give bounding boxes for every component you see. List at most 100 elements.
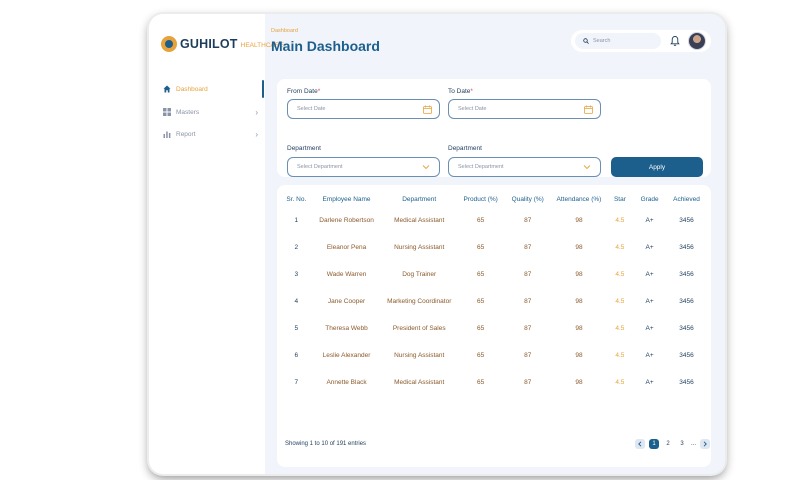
search-icon (583, 38, 589, 44)
column-header: Achieved (673, 195, 700, 203)
department-label-2: Department (448, 145, 482, 152)
to-date-field[interactable]: Select Date (448, 99, 601, 119)
department-select-2[interactable]: Select Department (448, 157, 601, 177)
column-header: Sr. No. (286, 195, 307, 203)
cell-employee-name: Jane Cooper (327, 298, 366, 305)
cell-grade: A+ (645, 352, 654, 359)
sidebar-item-report[interactable]: Report › (163, 129, 258, 139)
chevron-left-icon (638, 441, 642, 447)
employee-table-panel: Sr. No. Employee Name Department Product… (277, 185, 711, 467)
cell-achieved: 3456 (679, 217, 694, 224)
cell-attendance: 98 (575, 325, 583, 332)
cell-product: 65 (477, 298, 485, 305)
chevron-right-icon: › (255, 107, 258, 117)
prev-page-button[interactable] (635, 439, 645, 449)
cell-achieved: 3456 (679, 352, 694, 359)
search-input[interactable]: Search (575, 33, 661, 49)
sidebar-item-dashboard[interactable]: Dashboard (163, 85, 258, 93)
cell-quality: 87 (524, 271, 532, 278)
cell-employee-name: Annette Black (326, 379, 367, 386)
cell-product: 65 (477, 217, 485, 224)
sidebar-item-masters[interactable]: Masters › (163, 107, 258, 117)
cell-star: 4.5 (615, 298, 625, 305)
cell-department: Dog Trainer (402, 271, 437, 278)
chevron-down-icon (583, 165, 591, 170)
cell-grade: A+ (645, 325, 654, 332)
entries-summary: Showing 1 to 10 of 191 entries (285, 441, 367, 447)
next-page-button[interactable] (700, 439, 711, 449)
cell-achieved: 3456 (679, 325, 694, 332)
cell-employee-name: Darlene Robertson (319, 217, 374, 224)
app-window: GUHILOT HEALTHCARE Dashboard Masters › R… (149, 14, 725, 474)
column-header: Department (402, 195, 437, 203)
cell-product: 65 (477, 325, 485, 332)
breadcrumb[interactable]: Dashboard (271, 28, 298, 34)
column-header: Star (613, 195, 626, 203)
page-button-1[interactable]: 1 (649, 439, 659, 449)
cell-attendance: 98 (575, 217, 583, 224)
cell-employee-name: Eleanor Pena (326, 244, 367, 251)
cell-product: 65 (477, 352, 485, 359)
department-label: Department (287, 145, 321, 152)
home-icon (163, 85, 171, 93)
cell-star: 4.5 (615, 325, 625, 332)
sidebar-item-label: Masters (176, 108, 200, 116)
department-select[interactable]: Select Department (287, 157, 440, 177)
logo: GUHILOT HEALTHCARE (161, 36, 284, 52)
table-row[interactable]: 4 Jane Cooper Marketing Coordinator 65 8… (281, 288, 707, 315)
calendar-icon[interactable] (423, 105, 432, 114)
cell-star: 4.5 (615, 271, 625, 278)
table-row[interactable]: 3 Wade Warren Dog Trainer 65 87 98 4.5 A… (281, 261, 707, 288)
cell-product: 65 (477, 379, 485, 386)
table-row[interactable]: 6 Leslie Alexander Nursing Assistant 65 … (281, 342, 707, 369)
cell-attendance: 98 (575, 352, 583, 359)
cell-star: 4.5 (615, 352, 625, 359)
to-date-label: To Date* (448, 88, 473, 95)
cell-sr-no: 4 (294, 298, 299, 305)
page-button-2[interactable]: 2 (663, 439, 673, 449)
from-date-field[interactable]: Select Date (287, 99, 440, 119)
cell-quality: 87 (524, 379, 532, 386)
apply-button[interactable]: Apply (611, 157, 703, 177)
table-row[interactable]: 1 Darlene Robertson Medical Assistant 65… (281, 207, 707, 234)
table-row[interactable]: 5 Theresa Webb President of Sales 65 87 … (281, 315, 707, 342)
cell-quality: 87 (524, 217, 532, 224)
cell-employee-name: Leslie Alexander (322, 352, 371, 359)
chevron-down-icon (422, 165, 430, 170)
cell-achieved: 3456 (679, 244, 694, 251)
pagination: 1 2 3 ... (635, 439, 711, 449)
cell-product: 65 (477, 271, 485, 278)
page-title: Main Dashboard (271, 38, 380, 54)
avatar[interactable] (688, 32, 706, 50)
sidebar-item-label: Dashboard (176, 85, 208, 93)
calendar-icon[interactable] (584, 105, 593, 114)
search-placeholder: Search (593, 38, 611, 44)
cell-department: President of Sales (392, 325, 446, 332)
cell-sr-no: 1 (294, 217, 299, 224)
top-toolbar: Search (571, 30, 711, 52)
department-placeholder: Select Department (297, 164, 343, 170)
column-header: Product (%) (463, 195, 498, 203)
cell-department: Nursing Assistant (394, 352, 445, 359)
filter-panel: From Date* Select Date To Date* Select D… (277, 79, 711, 177)
cell-sr-no: 7 (294, 379, 299, 386)
column-header: Grade (640, 195, 659, 203)
cell-grade: A+ (645, 298, 654, 305)
cell-employee-name: Theresa Webb (325, 325, 368, 332)
table-row[interactable]: 7 Annette Black Medical Assistant 65 87 … (281, 369, 707, 396)
table-header-row: Sr. No. Employee Name Department Product… (281, 191, 707, 207)
table-row[interactable]: 2 Eleanor Pena Nursing Assistant 65 87 9… (281, 234, 707, 261)
cell-department: Marketing Coordinator (387, 298, 452, 305)
from-date-placeholder: Select Date (297, 106, 326, 112)
cell-attendance: 98 (575, 298, 583, 305)
pagination-ellipsis: ... (691, 441, 697, 447)
cell-employee-name: Wade Warren (326, 271, 367, 278)
page-button-3[interactable]: 3 (677, 439, 687, 449)
cell-product: 65 (477, 244, 485, 251)
cell-quality: 87 (524, 325, 532, 332)
bell-icon[interactable] (670, 35, 680, 47)
chevron-right-icon: › (255, 129, 258, 139)
cell-department: Medical Assistant (394, 217, 445, 224)
cell-quality: 87 (524, 298, 532, 305)
cell-department: Nursing Assistant (394, 244, 445, 251)
